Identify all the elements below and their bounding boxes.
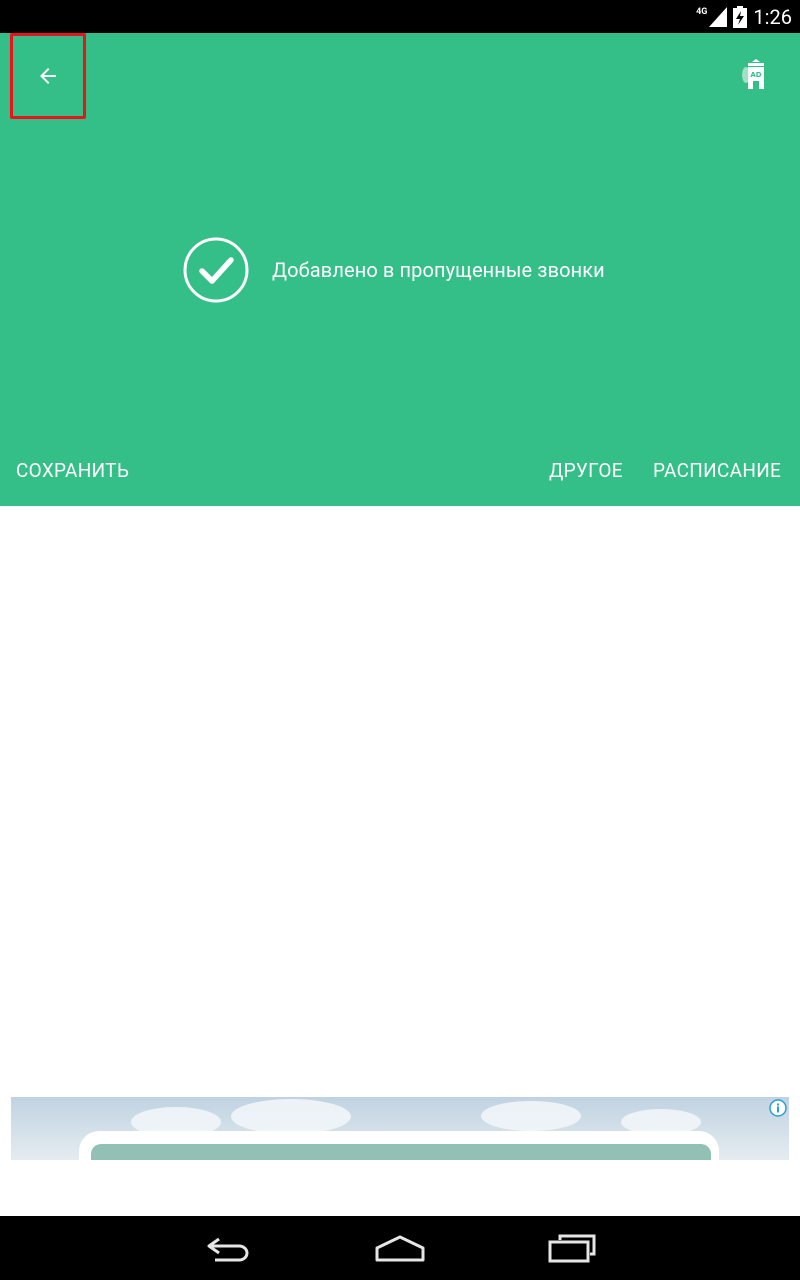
navigation-bar xyxy=(0,1216,800,1280)
battery-icon xyxy=(733,5,748,28)
cloud-decoration xyxy=(481,1101,581,1131)
back-button[interactable] xyxy=(10,33,86,119)
ad-shield-icon: AD xyxy=(742,59,764,89)
nav-home-icon[interactable] xyxy=(374,1234,426,1264)
confirmation-message: Добавлено в пропущенные звонки xyxy=(182,236,605,304)
schedule-button[interactable]: РАСПИСАНИЕ xyxy=(653,459,781,482)
status-indicators: 4G 1:26 xyxy=(696,0,792,33)
arrow-back-icon xyxy=(40,68,56,84)
svg-text:AD: AD xyxy=(750,71,761,79)
nav-recents-icon[interactable] xyxy=(548,1234,596,1264)
adblock-button[interactable]: AD xyxy=(742,59,770,89)
status-bar: 4G 1:26 xyxy=(0,0,800,33)
signal-icon xyxy=(709,6,728,27)
cloud-decoration xyxy=(231,1099,351,1134)
nav-back-icon[interactable] xyxy=(205,1234,253,1264)
status-time: 1:26 xyxy=(753,4,792,29)
save-button[interactable]: СОХРАНИТЬ xyxy=(16,459,129,482)
other-button[interactable]: ДРУГОЕ xyxy=(549,459,623,482)
header: AD Добавлено в пропущенные звонки СОХРАН… xyxy=(0,33,800,506)
info-icon[interactable] xyxy=(769,1099,787,1117)
ad-banner[interactable] xyxy=(11,1097,789,1160)
ad-device-screen xyxy=(91,1144,711,1160)
network-label: 4G xyxy=(696,6,708,17)
confirmation-text: Добавлено в пропущенные звонки xyxy=(272,258,605,282)
check-circle-icon xyxy=(183,237,249,303)
